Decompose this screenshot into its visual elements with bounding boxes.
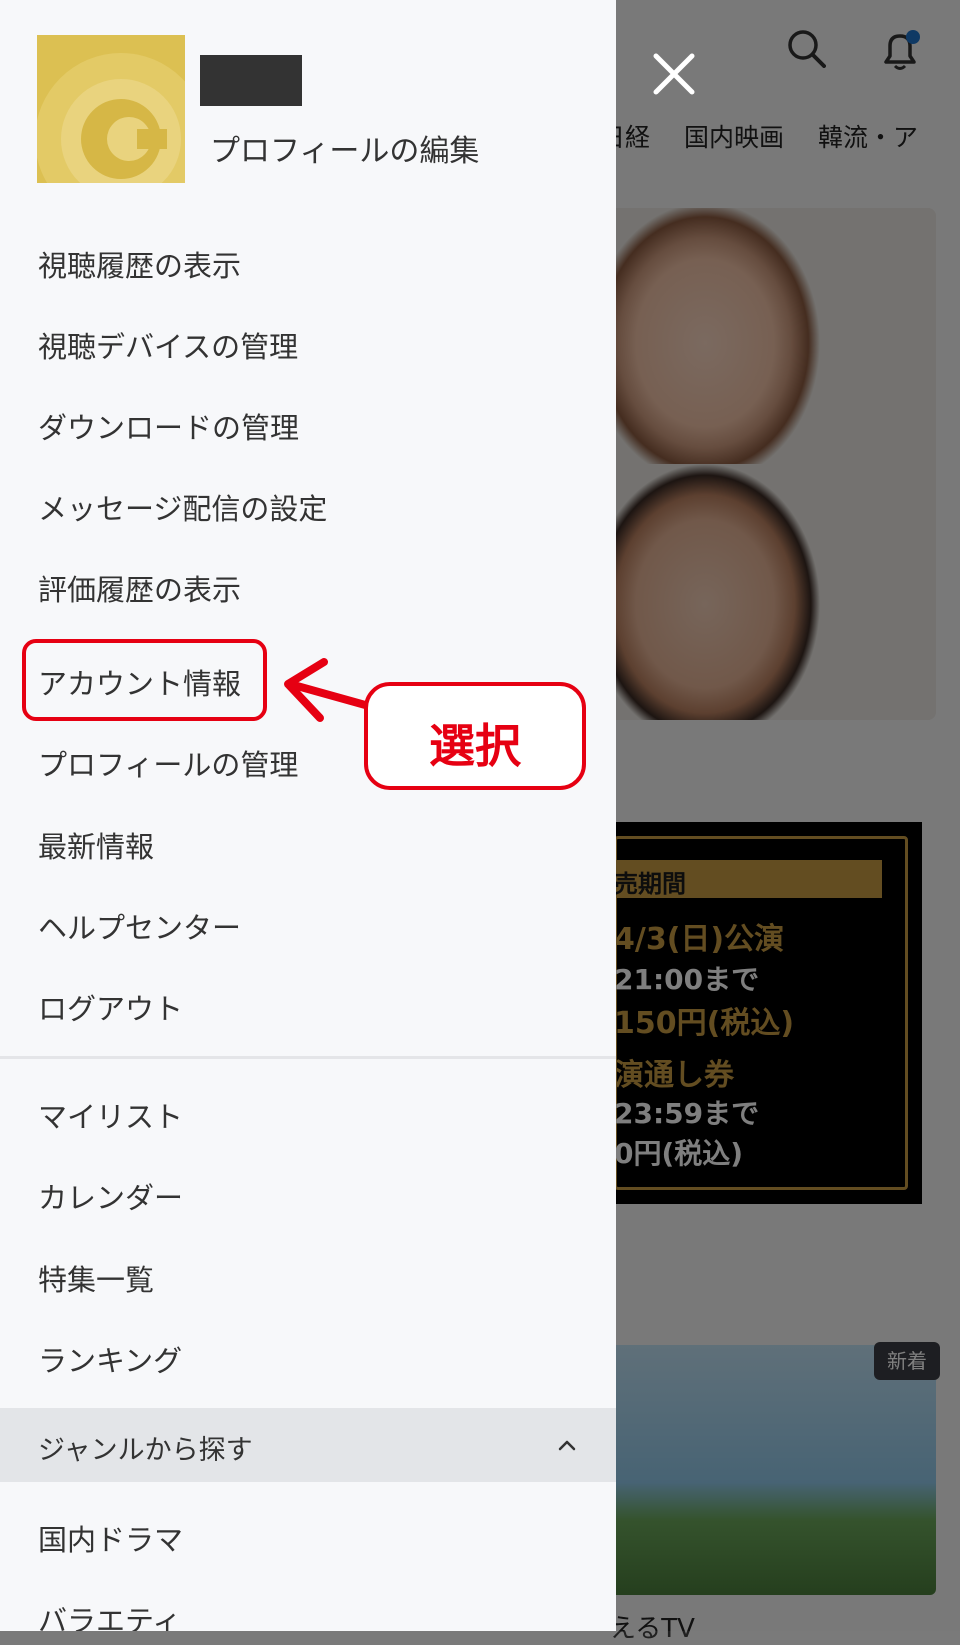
- chevron-up-icon: [558, 1440, 576, 1451]
- menu-item-viewing-history[interactable]: 視聴履歴の表示: [38, 243, 241, 285]
- menu-item-devices[interactable]: 視聴デバイスの管理: [38, 324, 298, 366]
- menu-item-message-settings[interactable]: メッセージ配信の設定: [38, 486, 327, 528]
- genre-section-header[interactable]: ジャンルから探す: [0, 1408, 616, 1482]
- redacted-username: [200, 55, 302, 106]
- menu-item-features[interactable]: 特集一覧: [38, 1257, 154, 1299]
- divider: [0, 1056, 616, 1059]
- avatar-logo-icon: [37, 35, 185, 183]
- menu-item-profile-management[interactable]: プロフィールの管理: [38, 742, 298, 784]
- side-drawer: プロフィールの編集 視聴履歴の表示 視聴デバイスの管理 ダウンロードの管理 メッ…: [0, 0, 616, 1631]
- profile-edit-link[interactable]: プロフィールの編集: [210, 126, 479, 170]
- avatar[interactable]: [37, 35, 185, 183]
- menu-item-logout[interactable]: ログアウト: [38, 986, 183, 1028]
- menu-item-news[interactable]: 最新情報: [38, 824, 154, 866]
- menu-item-mylist[interactable]: マイリスト: [38, 1094, 183, 1136]
- menu-item-help-center[interactable]: ヘルプセンター: [38, 905, 241, 947]
- menu-item-downloads[interactable]: ダウンロードの管理: [38, 405, 299, 447]
- highlight-box: [22, 639, 267, 721]
- close-icon[interactable]: [648, 48, 700, 100]
- menu-item-ranking[interactable]: ランキング: [38, 1338, 182, 1380]
- genre-item-variety[interactable]: バラエティ: [38, 1598, 181, 1631]
- genre-item-domestic-drama[interactable]: 国内ドラマ: [38, 1517, 183, 1559]
- menu-item-rating-history[interactable]: 評価履歴の表示: [38, 567, 241, 609]
- callout-text: 選択: [429, 719, 521, 773]
- genre-section-label: ジャンルから探す: [38, 1435, 253, 1466]
- menu-item-calendar[interactable]: カレンダー: [38, 1175, 183, 1217]
- callout-bubble: 選択: [364, 682, 586, 790]
